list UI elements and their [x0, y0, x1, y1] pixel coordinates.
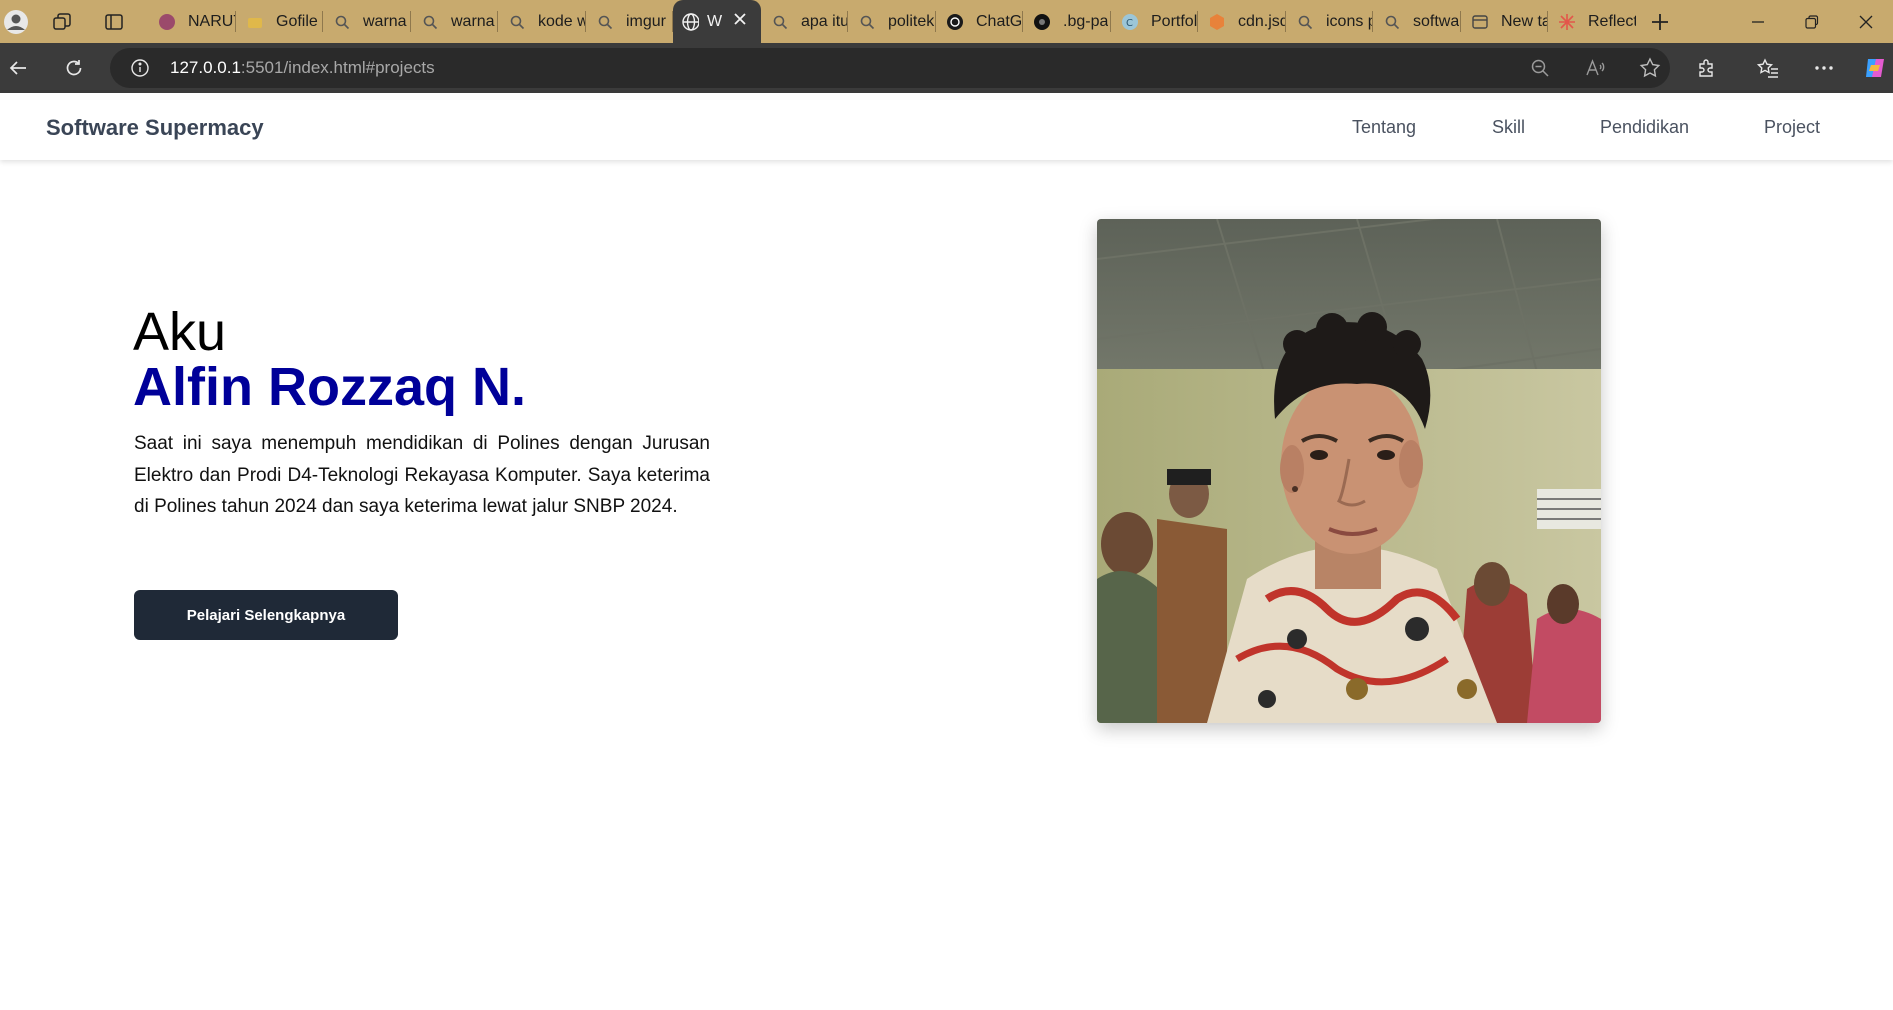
tab-title: Portfol: [1151, 12, 1198, 30]
tab-title: New ta: [1501, 12, 1548, 30]
tab-title: cdn.jsd: [1238, 12, 1286, 30]
extensions-puzzle-icon[interactable]: [1691, 52, 1723, 84]
chatgpt-favicon-icon: [946, 13, 964, 31]
site-brand[interactable]: Software Supermacy: [46, 115, 264, 141]
tab-title: NARUTO: [188, 12, 236, 30]
copilot-icon[interactable]: [1859, 52, 1891, 84]
hero-description: Saat ini saya menempuh mendidikan di Pol…: [134, 433, 710, 517]
search-favicon-icon: [771, 13, 789, 31]
workspaces-icon[interactable]: [46, 6, 78, 38]
portfolio-favicon-icon: C: [1121, 13, 1139, 31]
browser-tab[interactable]: apa itu: [761, 0, 848, 43]
tab-title: .bg-pa: [1063, 12, 1109, 30]
close-window-icon[interactable]: [1839, 0, 1893, 43]
naruto-favicon-icon: [158, 13, 176, 31]
browser-tab[interactable]: politek: [848, 0, 936, 43]
browser-tab[interactable]: Reflect: [1548, 0, 1636, 43]
nav-link-skill[interactable]: Skill: [1492, 117, 1525, 138]
search-favicon-icon: [596, 13, 614, 31]
search-favicon-icon: [858, 13, 876, 31]
globe-favicon-icon: [681, 12, 699, 31]
browser-tab[interactable]: imgur: [586, 0, 673, 43]
learn-more-button[interactable]: Pelajari Selengkapnya: [134, 590, 398, 640]
tab-title: warna: [363, 12, 407, 30]
new-tab-plus-icon[interactable]: [1644, 6, 1676, 38]
favorite-star-icon[interactable]: [1634, 52, 1666, 84]
browser-tab-bar: NARUTO Gofile warna warna kode w imgur W…: [0, 0, 1893, 43]
tab-title: politek: [888, 12, 935, 30]
browser-tab[interactable]: C Portfol: [1111, 0, 1198, 43]
tab-title: ChatG: [976, 12, 1023, 30]
jsdelivr-favicon-icon: [1208, 13, 1226, 31]
profile-photo: [1097, 219, 1601, 723]
nav-link-tentang[interactable]: Tentang: [1352, 117, 1416, 138]
browser-tab[interactable]: Gofile: [236, 0, 323, 43]
search-favicon-icon: [1296, 13, 1314, 31]
browser-tab[interactable]: .bg-pa: [1023, 0, 1111, 43]
hero-name: Alfin Rozzaq N.: [133, 357, 526, 417]
search-favicon-icon: [421, 13, 439, 31]
browser-tab-active[interactable]: W: [673, 0, 761, 43]
new-tab-page-favicon-icon: [1471, 13, 1489, 31]
tab-title: Reflect: [1588, 12, 1636, 30]
tab-title: Gofile: [276, 12, 318, 30]
svg-text:C: C: [1126, 18, 1133, 29]
minimize-window-icon[interactable]: [1731, 0, 1785, 43]
search-favicon-icon: [508, 13, 526, 31]
close-tab-icon[interactable]: [733, 12, 747, 31]
browser-toolbar: 127.0.0.1:5501/index.html#projects: [0, 43, 1893, 93]
browser-tab[interactable]: NARUTO: [148, 0, 236, 43]
read-aloud-icon[interactable]: [1580, 52, 1612, 84]
browser-tab[interactable]: icons p: [1286, 0, 1373, 43]
search-favicon-icon: [1383, 13, 1401, 31]
more-options-icon[interactable]: [1808, 52, 1840, 84]
site-navbar: Software Supermacy Tentang Skill Pendidi…: [0, 93, 1893, 160]
tab-title: kode w: [538, 12, 586, 30]
folder-favicon-icon: [246, 13, 264, 31]
browser-tab[interactable]: softwa: [1373, 0, 1461, 43]
dark-favicon-icon: [1033, 13, 1051, 31]
back-arrow-icon[interactable]: [2, 52, 34, 84]
nav-link-project[interactable]: Project: [1764, 117, 1820, 138]
restore-window-icon[interactable]: [1785, 0, 1839, 43]
tab-title: apa itu: [801, 12, 848, 30]
tab-title: icons p: [1326, 12, 1373, 30]
reload-icon[interactable]: [58, 52, 90, 84]
favorites-list-icon[interactable]: [1752, 52, 1784, 84]
browser-tab[interactable]: warna: [323, 0, 411, 43]
site-info-icon[interactable]: [124, 52, 156, 84]
tab-title: softwa: [1413, 12, 1460, 30]
tab-title: imgur: [626, 12, 667, 30]
url-path: :5501/index.html#projects: [240, 58, 435, 77]
profile-avatar-icon[interactable]: [0, 6, 32, 38]
reflect-favicon-icon: [1558, 13, 1576, 31]
browser-tab[interactable]: cdn.jsd: [1198, 0, 1286, 43]
browser-tab[interactable]: ChatG: [936, 0, 1023, 43]
vertical-tabs-icon[interactable]: [98, 6, 130, 38]
browser-tab[interactable]: New ta: [1461, 0, 1548, 43]
browser-tab[interactable]: kode w: [498, 0, 586, 43]
zoom-out-icon[interactable]: [1524, 52, 1556, 84]
nav-link-pendidikan[interactable]: Pendidikan: [1600, 117, 1689, 138]
url-text: 127.0.0.1:5501/index.html#projects: [170, 58, 435, 78]
search-favicon-icon: [333, 13, 351, 31]
tab-title: warna: [451, 12, 495, 30]
tab-title: W: [707, 12, 723, 30]
url-host: 127.0.0.1: [170, 58, 241, 77]
address-bar[interactable]: 127.0.0.1:5501/index.html#projects: [110, 48, 1670, 88]
browser-tab[interactable]: warna: [411, 0, 498, 43]
